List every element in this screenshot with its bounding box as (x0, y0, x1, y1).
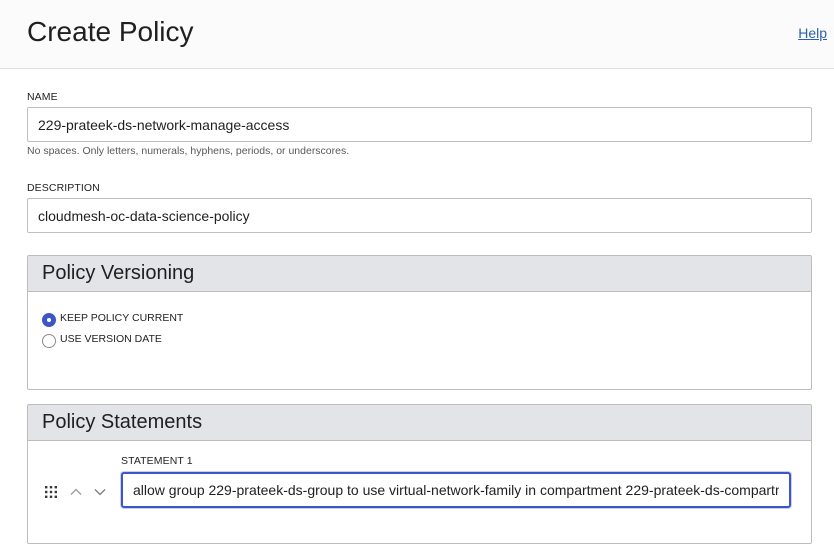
policy-statements-panel: Policy Statements STATEMENT 1 (27, 404, 812, 544)
radio-selected-icon[interactable] (42, 313, 56, 327)
page-title: Create Policy (27, 16, 194, 47)
name-input[interactable] (27, 107, 812, 142)
drag-handle-icon[interactable] (43, 484, 59, 500)
page-header: Create Policy Help (0, 0, 834, 69)
statement-1-controls (43, 484, 107, 500)
policy-versioning-title: Policy Versioning (42, 262, 195, 284)
description-label: DESCRIPTION (27, 182, 100, 194)
statement-1-input[interactable] (121, 472, 791, 508)
policy-statements-title: Policy Statements (42, 411, 203, 433)
policy-versioning-header: Policy Versioning (28, 256, 811, 292)
name-label: NAME (27, 91, 58, 103)
help-link[interactable]: Help (798, 25, 827, 41)
radio-keep-policy-current[interactable]: KEEP POLICY CURRENT (42, 311, 184, 327)
radio-keep-policy-current-label: KEEP POLICY CURRENT (60, 312, 184, 324)
policy-statements-header: Policy Statements (28, 405, 811, 441)
radio-use-version-date-label: USE VERSION DATE (60, 333, 162, 345)
statement-1-label: STATEMENT 1 (121, 455, 193, 467)
radio-unselected-icon[interactable] (42, 334, 56, 348)
chevron-down-icon[interactable] (93, 485, 107, 499)
chevron-up-icon[interactable] (69, 485, 83, 499)
policy-versioning-panel: Policy Versioning KEEP POLICY CURRENT US… (27, 255, 812, 390)
radio-use-version-date[interactable]: USE VERSION DATE (42, 332, 162, 348)
description-input[interactable] (27, 198, 812, 233)
name-hint: No spaces. Only letters, numerals, hyphe… (27, 145, 350, 157)
